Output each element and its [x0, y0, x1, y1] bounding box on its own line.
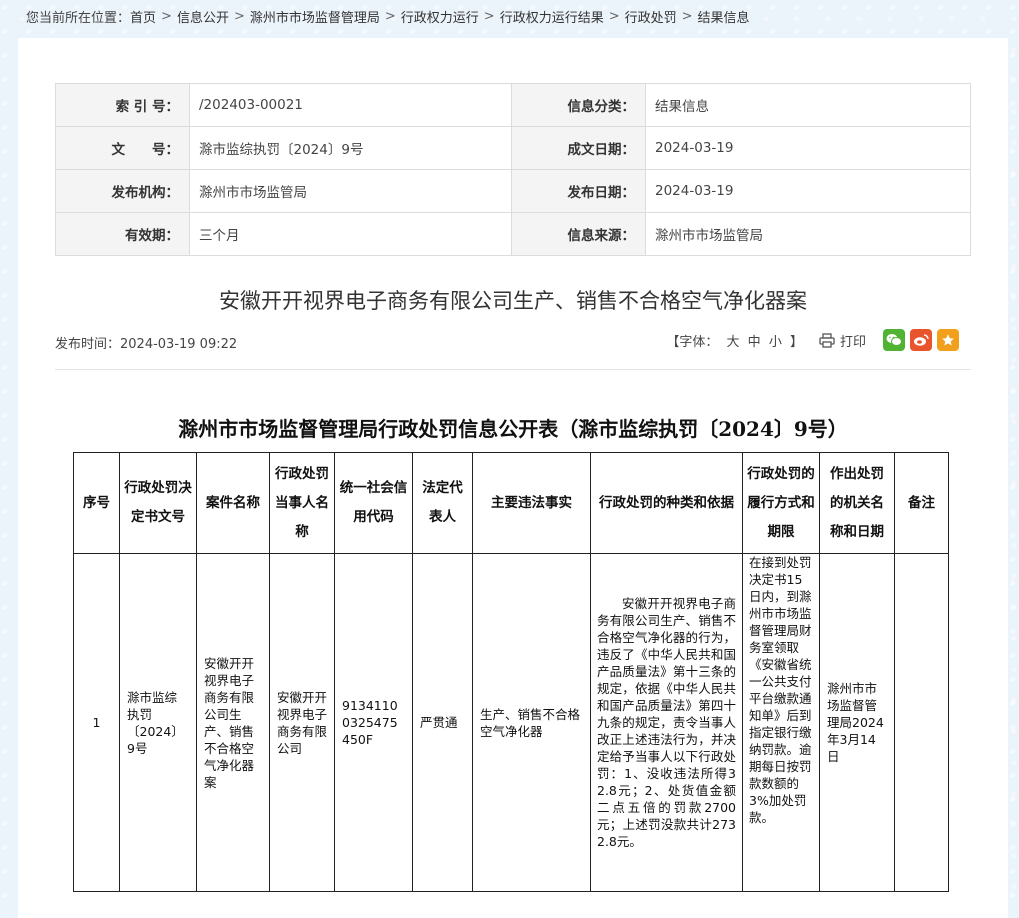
publish-date-value: 2024-03-19: [645, 169, 971, 213]
breadcrumb-bureau[interactable]: 滁州市市场监督管理局: [250, 7, 380, 26]
header-basis: 行政处罚的种类和依据: [590, 452, 743, 554]
cell-authority: 滁州市市场监督管理局2024年3月14日: [819, 553, 895, 892]
header-execution: 行政处罚的履行方式和期限: [742, 452, 820, 554]
header-credit-code: 统一社会信用代码: [334, 452, 413, 554]
publish-date-label: 发布日期：: [511, 169, 646, 213]
header-doc-no: 行政处罚决定书文号: [119, 452, 197, 554]
validity-label: 有效期：: [55, 212, 190, 256]
cell-remark: [894, 553, 949, 892]
header-remark: 备注: [894, 452, 949, 554]
source-value: 滁州市市场监管局: [645, 212, 971, 256]
cell-facts: 生产、销售不合格空气净化器: [472, 553, 591, 892]
index-no-label: 索 引 号：: [55, 83, 190, 127]
header-case-name: 案件名称: [196, 452, 270, 554]
metadata-row: 发布机构： 滁州市市场监管局 发布日期： 2024-03-19: [55, 169, 971, 213]
breadcrumb-info-public[interactable]: 信息公开: [177, 7, 229, 26]
category-label: 信息分类：: [511, 83, 646, 127]
printer-icon: [819, 332, 835, 348]
index-no-value: /202403-00021: [189, 83, 512, 127]
content-card: 索 引 号： /202403-00021 信息分类： 结果信息 文 号： 滁市监…: [18, 38, 1008, 918]
weibo-icon[interactable]: [910, 329, 932, 351]
publisher-value: 滁州市市场监管局: [189, 169, 512, 213]
font-label: 【字体：: [666, 334, 719, 350]
source-label: 信息来源：: [511, 212, 646, 256]
cell-basis: 安徽开开视界电子商务有限公司生产、销售不合格空气净化器的行为，违反了《中华人民共…: [590, 553, 743, 892]
cell-doc-no: 滁市监综执罚〔2024〕9号: [119, 553, 197, 892]
wechat-icon[interactable]: [883, 329, 905, 351]
metadata-row: 有效期： 三个月 信息来源： 滁州市市场监管局: [55, 212, 971, 256]
metadata-row: 索 引 号： /202403-00021 信息分类： 结果信息: [55, 83, 971, 127]
star-icon[interactable]: [937, 329, 959, 351]
font-label-end: 】: [789, 334, 803, 350]
font-size-switcher: 【字体： 大 中 小 】: [664, 331, 805, 350]
print-label: 打印: [839, 334, 866, 350]
validity-value: 三个月: [189, 212, 512, 256]
category-value: 结果信息: [645, 83, 971, 127]
publisher-label: 发布机构：: [55, 169, 190, 213]
font-medium-button[interactable]: 中: [748, 335, 761, 350]
breadcrumb-separator: >: [161, 8, 172, 24]
article-tools: 【字体： 大 中 小 】 打印: [664, 325, 959, 355]
breadcrumb-separator: >: [384, 8, 396, 24]
cell-party: 安徽开开视界电子商务有限公司: [269, 553, 335, 892]
breadcrumb: 您当前所在位置： 首页 > 信息公开 > 滁州市市场监督管理局 > 行政权力运行 > 行…: [0, 0, 1019, 32]
publish-info-bar: 发布时间：2024-03-19 09:22 【字体： 大 中 小 】 打印: [55, 325, 971, 355]
font-small-button[interactable]: 小: [769, 335, 782, 350]
metadata-row: 文 号： 滁市监综执罚〔2024〕9号 成文日期： 2024-03-19: [55, 126, 971, 170]
article-title: 安徽开开视界电子商务有限公司生产、销售不合格空气净化器案: [219, 289, 807, 313]
written-date-label: 成文日期：: [511, 126, 646, 170]
cell-seq: 1: [73, 553, 120, 892]
breadcrumb-penalty[interactable]: 行政处罚: [625, 7, 677, 26]
header-facts: 主要违法事实: [472, 452, 591, 554]
breadcrumb-power-operation[interactable]: 行政权力运行: [401, 7, 479, 26]
breadcrumb-prefix: 您当前所在位置：: [26, 10, 131, 26]
star-glyph: [942, 334, 954, 346]
penalty-table-title: 滁州市市场监督管理局行政处罚信息公开表（滁市监综执罚〔2024〕9号）: [178, 417, 848, 441]
cell-case-name: 安徽开开视界电子商务有限公司生产、销售不合格空气净化器案: [196, 553, 270, 892]
print-button[interactable]: 打印: [819, 331, 866, 350]
penalty-table: 序号 行政处罚决定书文号 案件名称 行政处罚当事人名称 统一社会信用代码 法定代…: [73, 452, 949, 892]
font-big-button[interactable]: 大: [727, 335, 740, 350]
doc-no-label: 文 号：: [55, 126, 190, 170]
publish-time: 发布时间：2024-03-19 09:22: [55, 337, 238, 352]
table-row: 1 滁市监综执罚〔2024〕9号 安徽开开视界电子商务有限公司生产、销售不合格空…: [73, 553, 949, 892]
breadcrumb-separator: >: [608, 8, 620, 24]
divider: [55, 369, 971, 370]
header-seq: 序号: [73, 452, 120, 554]
breadcrumb-result-info[interactable]: 结果信息: [698, 7, 750, 26]
cell-legal-rep: 严贯通: [412, 553, 473, 892]
doc-no-value: 滁市监综执罚〔2024〕9号: [189, 126, 512, 170]
breadcrumb-separator: >: [681, 8, 693, 24]
breadcrumb-separator: >: [483, 8, 495, 24]
weibo-glyph: [914, 334, 929, 346]
breadcrumb-separator: >: [233, 8, 245, 24]
penalty-header-row: 序号 行政处罚决定书文号 案件名称 行政处罚当事人名称 统一社会信用代码 法定代…: [73, 452, 949, 554]
header-authority: 作出处罚的机关名称和日期: [819, 452, 895, 554]
breadcrumb-power-result[interactable]: 行政权力运行结果: [500, 7, 604, 26]
cell-credit-code: 91341100325475450F: [334, 553, 413, 892]
breadcrumb-home[interactable]: 首页: [130, 7, 156, 26]
wechat-glyph: [886, 334, 902, 346]
header-legal-rep: 法定代表人: [412, 452, 473, 554]
header-party: 行政处罚当事人名称: [269, 452, 335, 554]
metadata-table: 索 引 号： /202403-00021 信息分类： 结果信息 文 号： 滁市监…: [55, 83, 971, 256]
written-date-value: 2024-03-19: [645, 126, 971, 170]
cell-execution: 在接到处罚决定书15日内，到滁州市市场监督管理局财务室领取《安徽省统一公共支付平…: [742, 553, 820, 892]
